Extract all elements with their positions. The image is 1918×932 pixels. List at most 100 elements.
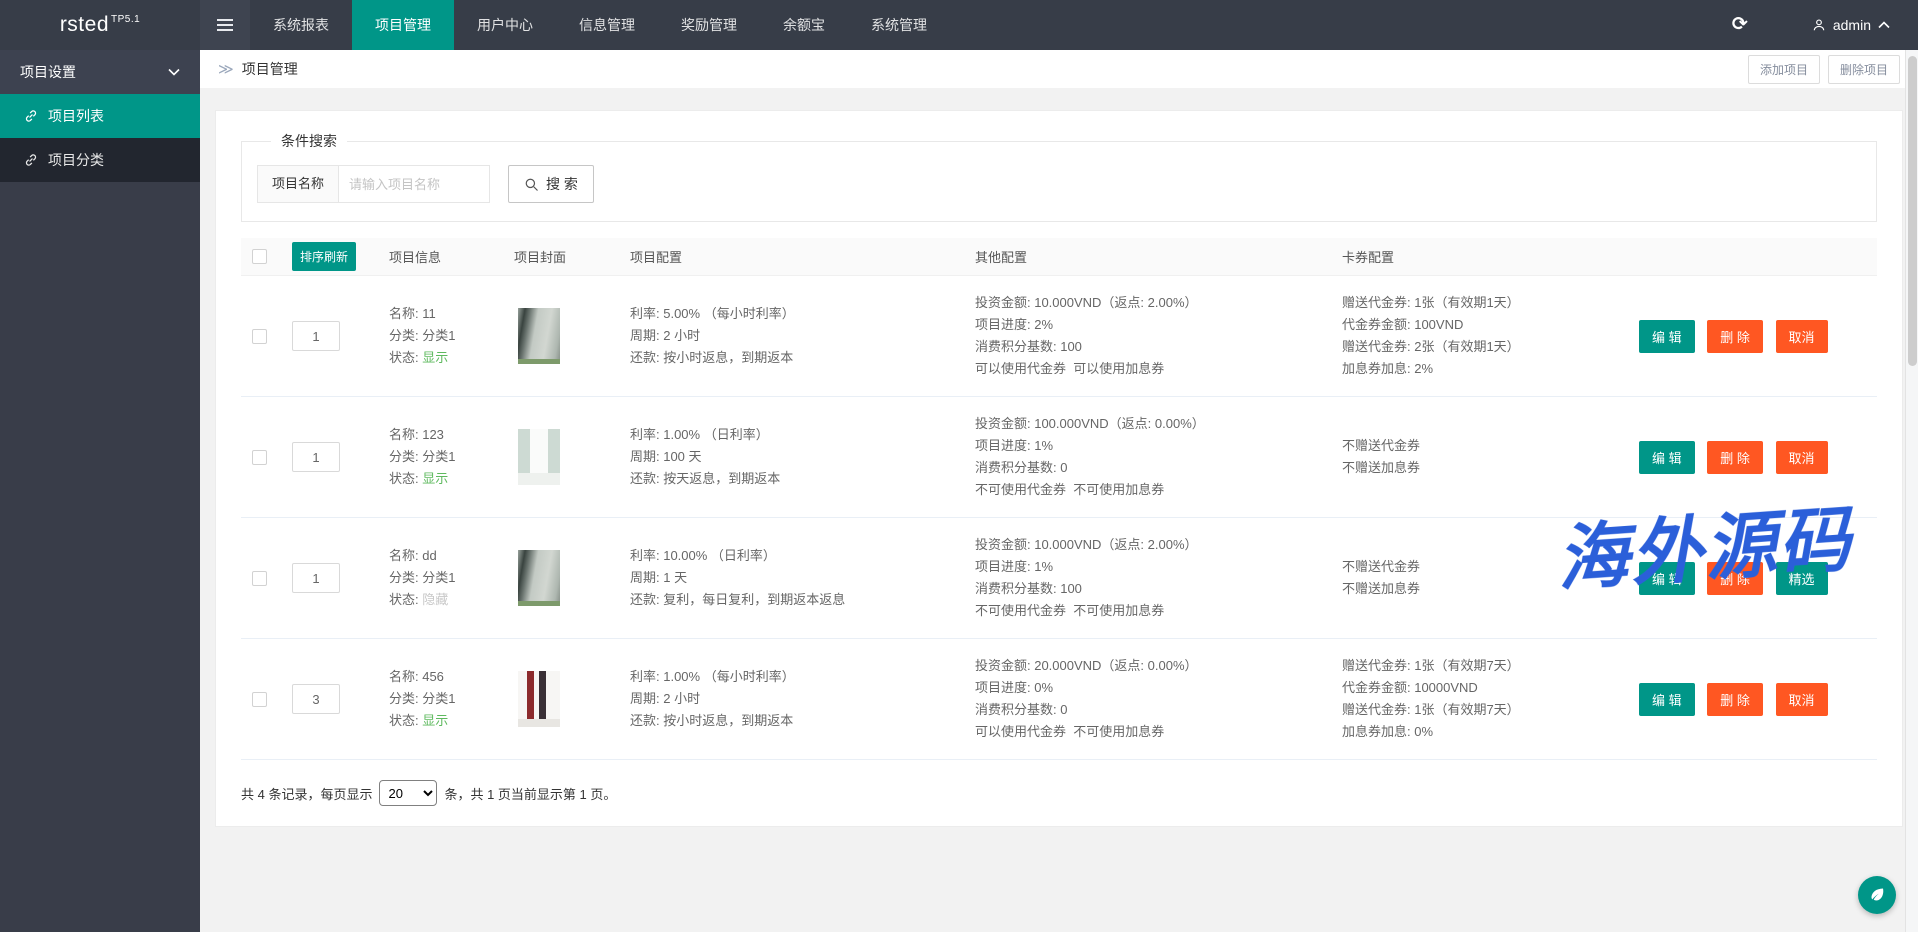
other-line: 消费积分基数: 100: [975, 336, 1334, 358]
scrollbar-track[interactable]: [1905, 50, 1918, 932]
col-header-cover: 项目封面: [506, 247, 622, 266]
sort-refresh-button[interactable]: 排序刷新: [292, 242, 356, 271]
coupon-line: 不赠送代金券: [1342, 556, 1631, 578]
page-title: 项目管理: [242, 59, 298, 79]
coupon-line: 不赠送加息券: [1342, 457, 1631, 479]
config-line: 周期: 1 天: [630, 567, 967, 589]
config-line: 利率: 1.00% （日利率）: [630, 424, 967, 446]
link-icon: [24, 153, 38, 167]
config-line: 还款: 按小时返息，到期返本: [630, 347, 967, 369]
cancel-button[interactable]: 取消: [1776, 441, 1828, 474]
search-button-label: 搜 索: [546, 174, 578, 194]
sort-order-input[interactable]: [292, 684, 340, 714]
other-line: 项目进度: 2%: [975, 314, 1334, 336]
cancel-button[interactable]: 取消: [1776, 683, 1828, 716]
project-name: 名称: 11: [389, 303, 506, 325]
page-size-select[interactable]: 20: [379, 780, 437, 806]
other-line: 项目进度: 1%: [975, 435, 1334, 457]
sidebar-group-label: 项目设置: [20, 62, 76, 82]
other-line: 可以使用代金券 不可使用加息券: [975, 721, 1334, 743]
project-table: 排序刷新 项目信息 项目封面 项目配置 其他配置 卡券配置 名称: 11 分类:…: [241, 238, 1877, 760]
status-badge: 显示: [422, 713, 448, 728]
config-line: 周期: 100 天: [630, 446, 967, 468]
delete-button[interactable]: 删 除: [1707, 562, 1763, 595]
admin-username: admin: [1833, 17, 1871, 33]
cancel-button[interactable]: 取消: [1776, 320, 1828, 353]
menu-toggle-button[interactable]: [200, 0, 250, 50]
nav-project-management[interactable]: 项目管理: [352, 0, 454, 50]
nav-user-center[interactable]: 用户中心: [454, 0, 556, 50]
delete-button[interactable]: 删 除: [1707, 441, 1763, 474]
nav-system-management[interactable]: 系统管理: [848, 0, 950, 50]
config-line: 还款: 复利，每日复利，到期返本返息: [630, 589, 967, 611]
sort-order-input[interactable]: [292, 563, 340, 593]
table-row: 名称: 123 分类: 分类1 状态: 显示 利率: 1.00% （日利率） 周…: [241, 397, 1877, 518]
nav-info-management[interactable]: 信息管理: [556, 0, 658, 50]
project-category: 分类: 分类1: [389, 567, 506, 589]
other-line: 不可使用代金券 不可使用加息券: [975, 479, 1334, 501]
logo-text: rsted: [60, 13, 109, 37]
topbar: rstedTP5.1 系统报表 项目管理 用户中心 信息管理 奖励管理 余额宝 …: [0, 0, 1918, 50]
nav-yuebao[interactable]: 余额宝: [760, 0, 848, 50]
search-icon: [524, 177, 539, 192]
sidebar: 项目设置 项目列表 项目分类: [0, 50, 200, 932]
edit-button[interactable]: 编 辑: [1639, 683, 1695, 716]
other-line: 不可使用代金券 不可使用加息券: [975, 600, 1334, 622]
pagination: 共 4 条记录，每页显示 20 条，共 1 页当前显示第 1 页。: [241, 780, 1877, 806]
project-name-label: 项目名称: [257, 165, 338, 203]
coupon-line: 赠送代金券: 1张（有效期7天）: [1342, 655, 1631, 677]
search-button[interactable]: 搜 索: [508, 165, 594, 203]
project-name-input[interactable]: [338, 165, 490, 203]
delete-button[interactable]: 删 除: [1707, 683, 1763, 716]
chevron-down-icon: [168, 68, 180, 76]
row-checkbox[interactable]: [252, 450, 267, 465]
add-project-button[interactable]: 添加项目: [1748, 55, 1820, 84]
featured-button[interactable]: 精选: [1776, 562, 1828, 595]
floating-action-button[interactable]: [1858, 876, 1896, 914]
user-icon: [1812, 18, 1826, 32]
scrollbar-thumb[interactable]: [1908, 56, 1917, 366]
link-icon: [24, 109, 38, 123]
project-category: 分类: 分类1: [389, 325, 506, 347]
nav-reward-management[interactable]: 奖励管理: [658, 0, 760, 50]
project-status: 状态: 显示: [389, 347, 506, 369]
sort-order-input[interactable]: [292, 442, 340, 472]
refresh-icon[interactable]: ⟳: [1714, 0, 1766, 50]
other-line: 消费积分基数: 0: [975, 457, 1334, 479]
project-category: 分类: 分类1: [389, 446, 506, 468]
row-checkbox[interactable]: [252, 329, 267, 344]
config-line: 周期: 2 小时: [630, 688, 967, 710]
project-name: 名称: 123: [389, 424, 506, 446]
select-all-checkbox[interactable]: [252, 249, 267, 264]
content-card: 条件搜索 项目名称 搜 索 排序刷新 项目信息 项目封面 项目配置 其他配置 卡…: [215, 110, 1903, 827]
config-line: 利率: 5.00% （每小时利率）: [630, 303, 967, 325]
sort-order-input[interactable]: [292, 321, 340, 351]
row-checkbox[interactable]: [252, 692, 267, 707]
project-status: 状态: 显示: [389, 468, 506, 490]
coupon-line: 赠送代金券: 1张（有效期7天）: [1342, 699, 1631, 721]
other-line: 投资金额: 10.000VND（返点: 2.00%）: [975, 292, 1334, 314]
edit-button[interactable]: 编 辑: [1639, 562, 1695, 595]
sidebar-item-project-list[interactable]: 项目列表: [0, 94, 200, 138]
sidebar-item-label: 项目列表: [48, 106, 104, 126]
admin-menu[interactable]: admin: [1766, 0, 1918, 50]
col-header-other: 其他配置: [967, 247, 1334, 266]
coupon-line: 不赠送加息券: [1342, 578, 1631, 600]
table-row: 名称: dd 分类: 分类1 状态: 隐藏 利率: 10.00% （日利率） 周…: [241, 518, 1877, 639]
pagination-pages: 条，共 1 页当前显示第 1 页。: [444, 784, 616, 803]
nav-system-reports[interactable]: 系统报表: [250, 0, 352, 50]
config-line: 利率: 10.00% （日利率）: [630, 545, 967, 567]
hamburger-icon: [217, 24, 233, 26]
page-actions: 添加项目 删除项目: [1748, 55, 1900, 84]
other-line: 可以使用代金券 可以使用加息券: [975, 358, 1334, 380]
delete-button[interactable]: 删 除: [1707, 320, 1763, 353]
coupon-line: 赠送代金券: 2张（有效期1天）: [1342, 336, 1631, 358]
edit-button[interactable]: 编 辑: [1639, 320, 1695, 353]
sidebar-group-project-settings[interactable]: 项目设置: [0, 50, 200, 94]
row-checkbox[interactable]: [252, 571, 267, 586]
delete-project-button[interactable]: 删除项目: [1828, 55, 1900, 84]
sidebar-item-project-category[interactable]: 项目分类: [0, 138, 200, 182]
config-line: 利率: 1.00% （每小时利率）: [630, 666, 967, 688]
edit-button[interactable]: 编 辑: [1639, 441, 1695, 474]
coupon-line: 加息券加息: 0%: [1342, 721, 1631, 743]
